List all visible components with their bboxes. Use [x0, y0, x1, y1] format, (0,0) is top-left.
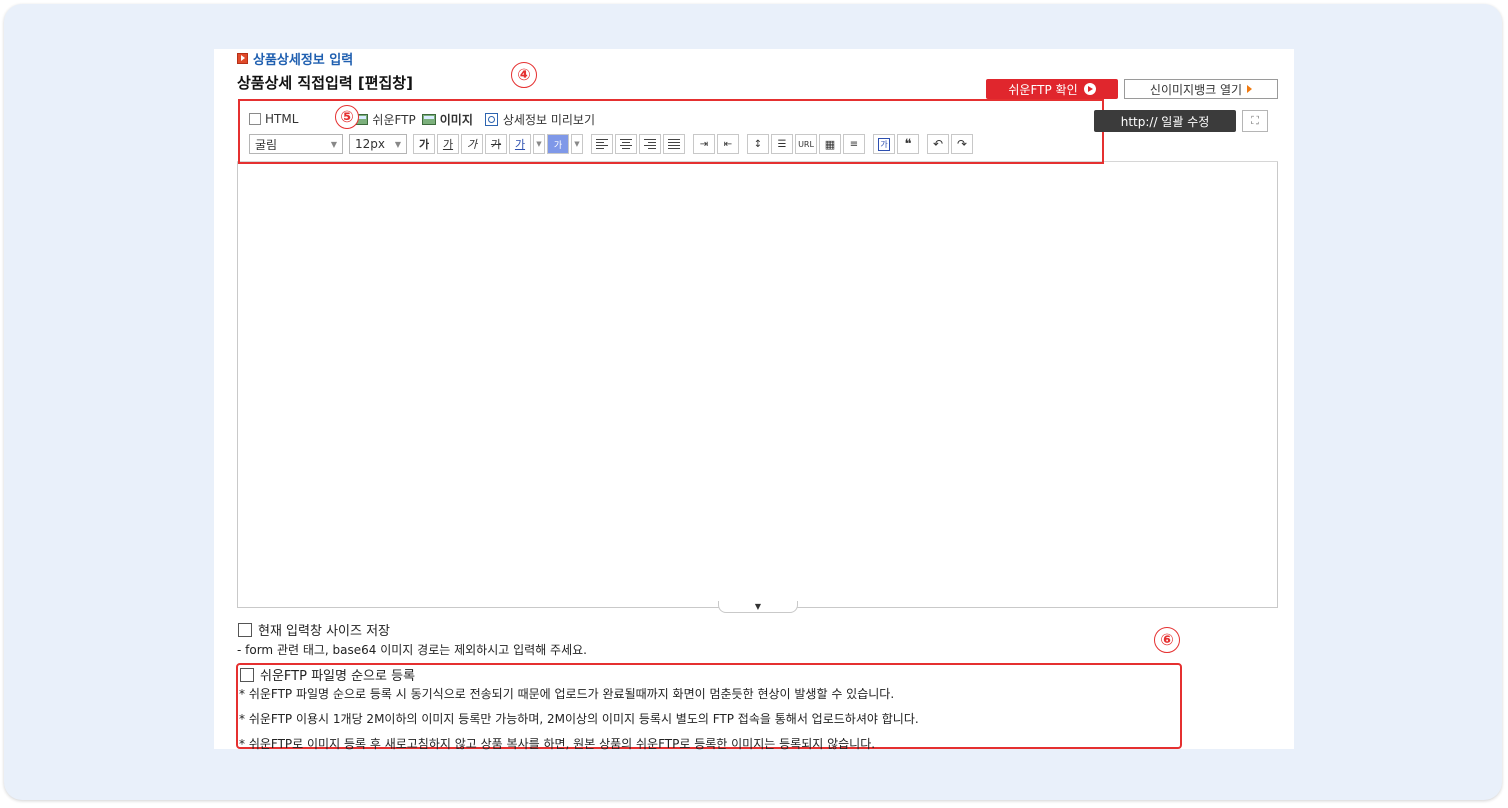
fullscreen-icon: ⛶: [1251, 114, 1259, 127]
editor-area[interactable]: [237, 101, 1278, 608]
section-title-text: 상품상세정보 입력: [253, 52, 354, 67]
section-title: 상품상세정보 입력: [237, 50, 353, 66]
section-arrow-icon: [237, 52, 248, 64]
save-size-label: 현재 입력창 사이즈 저장: [258, 624, 390, 639]
ftp-check-button[interactable]: 쉬운FTP 확인: [986, 79, 1118, 99]
ftp-order-option[interactable]: 쉬운FTP 파일명 순으로 등록: [240, 665, 415, 684]
annotation-4: ④: [511, 62, 537, 88]
http-fix-button[interactable]: http:// 일괄 수정: [1094, 110, 1236, 132]
ftp-order-checkbox[interactable]: [240, 667, 254, 682]
fullscreen-button[interactable]: ⛶: [1242, 110, 1268, 132]
notice-item: * 쉬운FTP 파일명 순으로 등록 시 동기식으로 전송되기 때문에 업로드가…: [239, 687, 895, 701]
save-size-option[interactable]: 현재 입력창 사이즈 저장: [238, 620, 390, 639]
editor-title: 상품상세 직접입력 [편집창]: [237, 74, 413, 92]
image-bank-button[interactable]: 신이미지뱅크 열기: [1124, 79, 1278, 99]
notice-item: * 쉬운FTP로 이미지 등록 후 새로고침하지 않고 상품 복사를 하면, 원…: [239, 737, 876, 751]
image-bank-label: 신이미지뱅크 열기: [1149, 82, 1243, 97]
annotation-6: ⑥: [1154, 627, 1180, 653]
arrow-right-icon: [1247, 85, 1253, 93]
ftp-check-label: 쉬운FTP 확인: [1008, 82, 1078, 97]
input-note: - form 관련 태그, base64 이미지 경로는 제외하시고 입력해 주…: [237, 643, 587, 657]
resize-handle[interactable]: ▼: [718, 601, 798, 613]
caret-down-icon: ▼: [754, 602, 762, 611]
notice-item: * 쉬운FTP 이용시 1개당 2M이하의 이미지 등록만 가능하며, 2M이상…: [239, 712, 919, 726]
play-circle-icon: [1083, 83, 1096, 95]
ftp-order-label: 쉬운FTP 파일명 순으로 등록: [260, 669, 416, 684]
save-size-checkbox[interactable]: [238, 622, 252, 637]
annotation-box-5: [238, 99, 1104, 164]
